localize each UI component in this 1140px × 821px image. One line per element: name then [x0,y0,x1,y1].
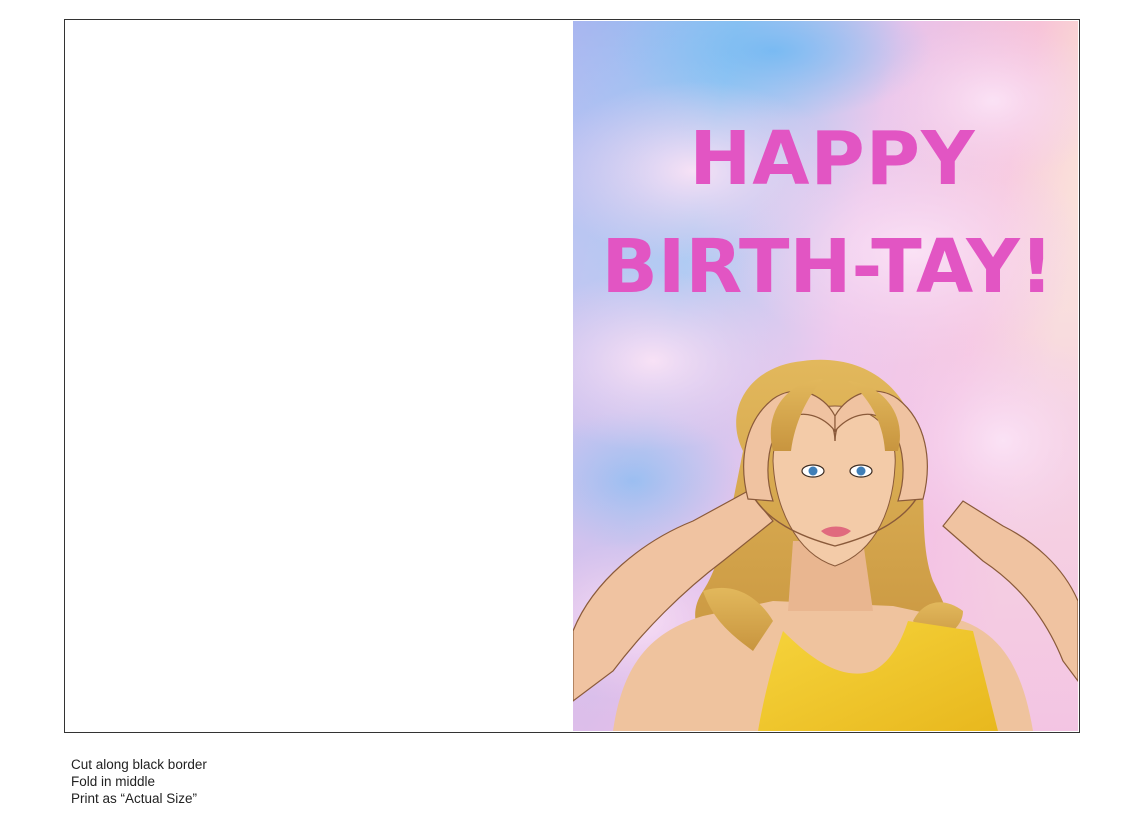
instruction-print: Print as “Actual Size” [71,791,198,806]
card-front-panel: HAPPY BIRTH-TAY! [573,21,1078,731]
instruction-fold: Fold in middle [71,774,156,789]
greeting-line-birthtay: BIRTH-TAY! [601,224,1054,310]
greeting-line-happy: HAPPY [689,116,976,202]
instruction-cut: Cut along black border [71,757,207,772]
print-instructions: Cut along black border Fold in middle Pr… [71,756,207,807]
printable-page: HAPPY BIRTH-TAY! Cut along black border … [0,0,1140,821]
card-cut-border: HAPPY BIRTH-TAY! [64,19,1080,733]
card-inside-panel [66,21,572,731]
